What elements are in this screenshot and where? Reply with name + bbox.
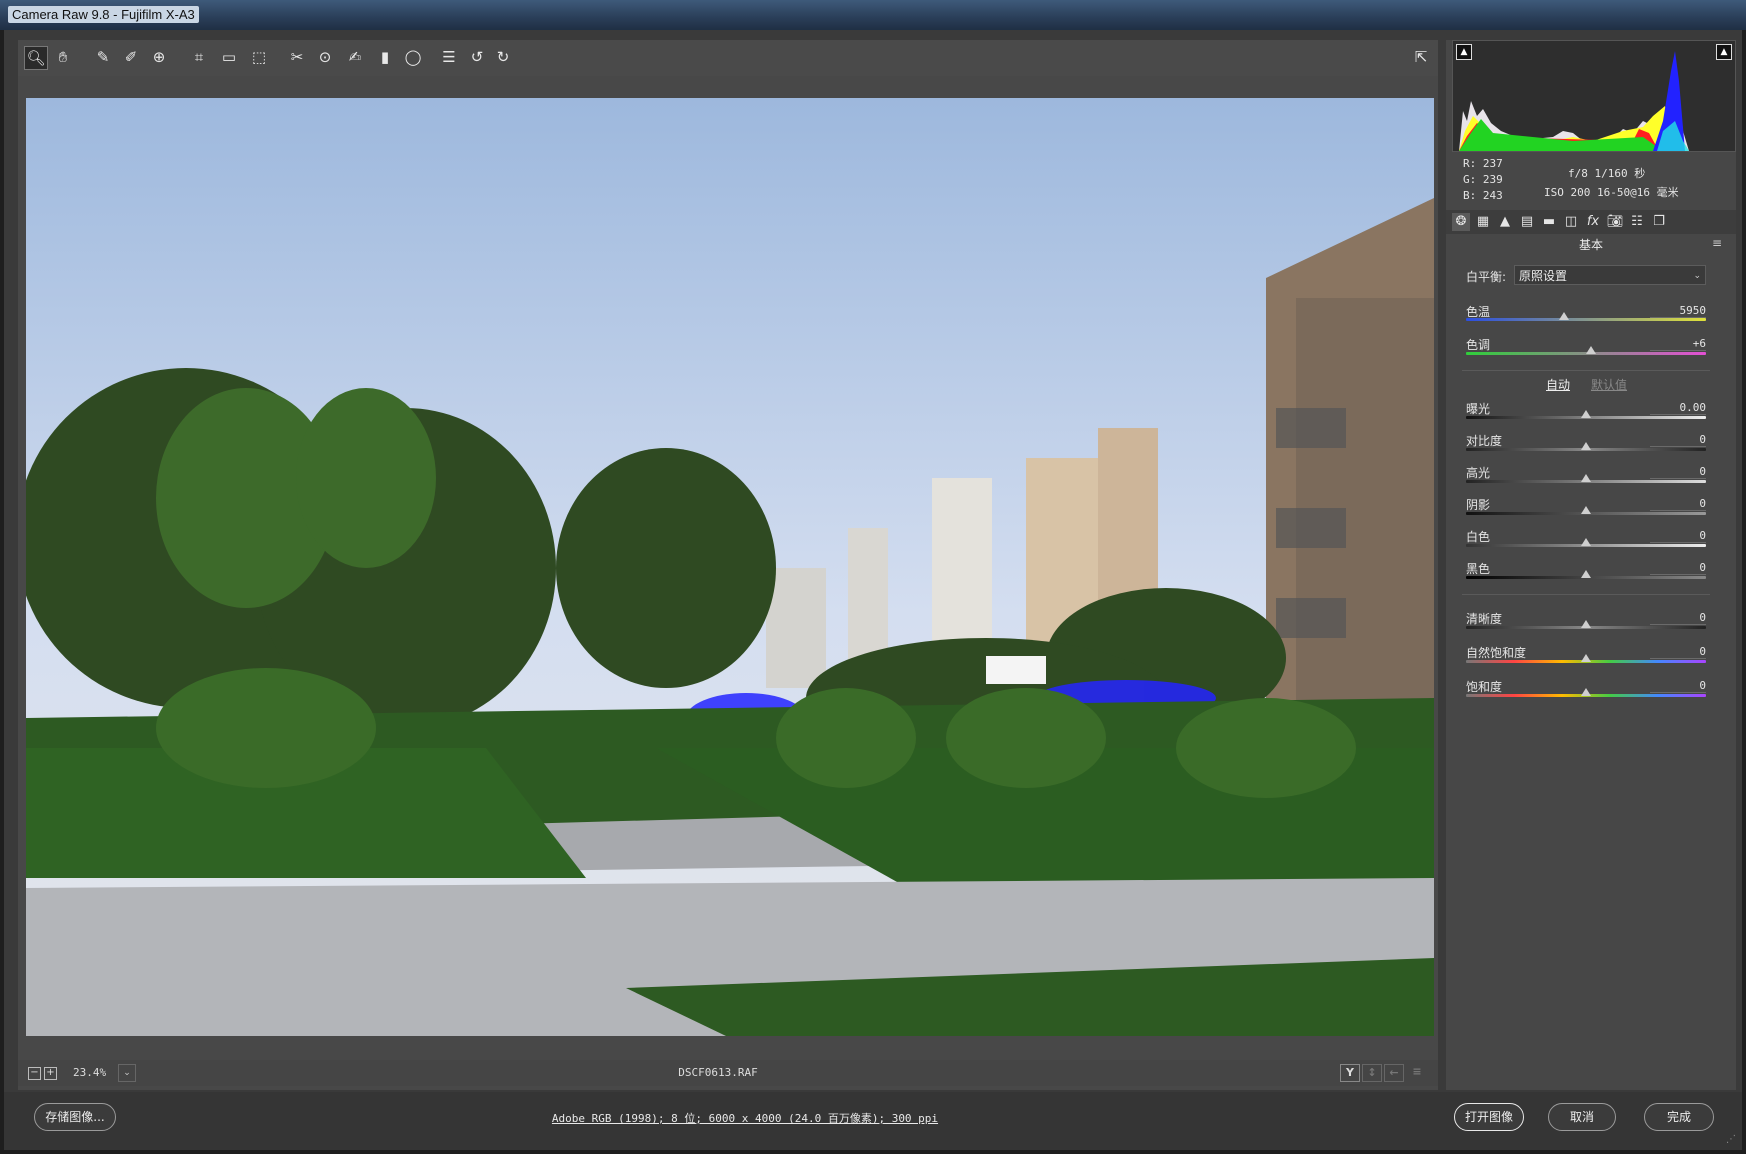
- blacks-label: 黑色: [1466, 562, 1491, 576]
- white-balance-tool-icon[interactable]: ✎: [92, 46, 114, 68]
- adjustment-brush-tool-icon[interactable]: ✍: [344, 46, 366, 68]
- snapshots-tab-icon[interactable]: ❐: [1650, 213, 1668, 231]
- contrast-label: 对比度: [1466, 434, 1503, 448]
- camera-calibration-tab-icon[interactable]: 📷︎: [1606, 213, 1624, 231]
- presets-tab-icon[interactable]: ☷: [1628, 213, 1646, 231]
- rgb-readout-r: R: 237: [1463, 157, 1503, 170]
- divider: [1462, 594, 1710, 595]
- targeted-adjustment-tool-icon[interactable]: ⊕: [148, 46, 170, 68]
- shadows-value-field[interactable]: 0: [1650, 497, 1706, 511]
- done-button[interactable]: 完成: [1644, 1103, 1714, 1131]
- lens-corrections-tab-icon[interactable]: ◫: [1562, 213, 1580, 231]
- contrast-value-field[interactable]: 0: [1650, 433, 1706, 447]
- divider: [1462, 370, 1710, 371]
- rgb-readout-g: G: 239: [1463, 173, 1503, 186]
- white-balance-value: 原照设置: [1519, 269, 1568, 283]
- histogram: ▲ ▲: [1452, 40, 1736, 152]
- whites-slider-thumb[interactable]: [1581, 538, 1591, 546]
- default-link[interactable]: 默认值: [1591, 376, 1627, 393]
- temp-slider-track[interactable]: [1466, 318, 1706, 321]
- tint-label: 色调: [1466, 338, 1491, 352]
- swap-settings-button[interactable]: ↕: [1362, 1064, 1382, 1082]
- toggle-settings-button[interactable]: ≡: [1408, 1064, 1426, 1080]
- vibrance-label: 自然饱和度: [1466, 646, 1527, 660]
- blacks-value-field[interactable]: 0: [1650, 561, 1706, 575]
- temp-slider-thumb[interactable]: [1559, 312, 1570, 320]
- panel-title: 基本: [1578, 238, 1603, 252]
- filename-label: DSCF0613.RAF: [678, 1066, 758, 1079]
- saturation-slider-thumb[interactable]: [1581, 688, 1591, 696]
- workflow-options-link[interactable]: Adobe RGB (1998); 8 位; 6000 x 4000 (24.0…: [0, 1110, 1490, 1126]
- clarity-label: 清晰度: [1466, 612, 1503, 626]
- white-balance-label: 白平衡:: [1466, 270, 1507, 284]
- auto-link[interactable]: 自动: [1546, 376, 1570, 393]
- exposure-slider-thumb[interactable]: [1581, 410, 1591, 418]
- contrast-slider-thumb[interactable]: [1581, 442, 1591, 450]
- split-toning-tab-icon[interactable]: ▬: [1540, 213, 1558, 231]
- exposure-value-field[interactable]: 0.00: [1650, 401, 1706, 415]
- clarity-slider-thumb[interactable]: [1581, 620, 1591, 628]
- clarity-value-field[interactable]: 0: [1650, 611, 1706, 625]
- basic-tab-icon[interactable]: ❂: [1452, 213, 1470, 231]
- before-after-view-button[interactable]: Y: [1340, 1064, 1360, 1082]
- transform-tool-icon[interactable]: ⬚: [248, 46, 270, 68]
- rotate-left-icon[interactable]: ↺: [466, 46, 488, 68]
- histogram-graph: [1459, 51, 1689, 151]
- open-image-button[interactable]: 打开图像: [1454, 1103, 1524, 1131]
- temp-value-field[interactable]: 5950: [1650, 304, 1706, 318]
- title-bar: Camera Raw 9.8 - Fujifilm X-A3: [0, 0, 1746, 30]
- saturation-label: 饱和度: [1466, 680, 1503, 694]
- straighten-tool-icon[interactable]: ▭: [218, 46, 240, 68]
- exposure-label: 曝光: [1466, 402, 1491, 416]
- effects-tab-icon[interactable]: fx: [1584, 213, 1602, 231]
- saturation-value-field[interactable]: 0: [1650, 679, 1706, 693]
- spot-removal-tool-icon[interactable]: ✂: [286, 46, 308, 68]
- panel-menu-icon[interactable]: ≡: [1712, 236, 1722, 250]
- color-sampler-tool-icon[interactable]: ✐: [120, 46, 142, 68]
- rotate-right-icon[interactable]: ↻: [492, 46, 514, 68]
- tint-value-field[interactable]: +6: [1650, 337, 1706, 351]
- shadows-slider-thumb[interactable]: [1581, 506, 1591, 514]
- window-title: Camera Raw 9.8 - Fujifilm X-A3: [8, 6, 199, 23]
- exif-iso-focal: ISO 200 16-50@16 毫米: [1544, 186, 1679, 199]
- vibrance-value-field[interactable]: 0: [1650, 645, 1706, 659]
- exif-aperture-shutter: f/8 1/160 秒: [1568, 167, 1646, 180]
- shadows-label: 阴影: [1466, 498, 1491, 512]
- photo-preview: [26, 98, 1434, 1036]
- cancel-button[interactable]: 取消: [1548, 1103, 1616, 1131]
- graduated-filter-tool-icon[interactable]: ▮: [374, 46, 396, 68]
- panel-tabs: ❂ ▦ ▲ ▤ ▬ ◫ fx 📷︎ ☷ ❐: [1446, 210, 1736, 234]
- zoom-tool-icon[interactable]: 🔍︎: [24, 46, 48, 70]
- chevron-down-icon: ⌄: [1693, 271, 1701, 281]
- radial-filter-tool-icon[interactable]: ◯: [402, 46, 424, 68]
- detail-tab-icon[interactable]: ▲: [1496, 213, 1514, 231]
- resize-grip-icon[interactable]: ⋰: [1726, 1134, 1736, 1145]
- image-preview[interactable]: [26, 98, 1434, 1036]
- status-bar: − + 23.4% ⌄ DSCF0613.RAF Y ↕ ← ≡: [18, 1060, 1438, 1086]
- highlights-slider-thumb[interactable]: [1581, 474, 1591, 482]
- toolbar: 🔍︎ ✋︎ ✎ ✐ ⊕ ⌗ ▭ ⬚ ✂ ⊙ ✍ ▮ ◯ ☰ ↺ ↻ ⇱: [18, 40, 1438, 76]
- fullscreen-toggle-icon[interactable]: ⇱: [1410, 46, 1432, 68]
- highlights-value-field[interactable]: 0: [1650, 465, 1706, 479]
- hsl-tab-icon[interactable]: ▤: [1518, 213, 1536, 231]
- whites-label: 白色: [1466, 530, 1491, 544]
- whites-value-field[interactable]: 0: [1650, 529, 1706, 543]
- preferences-icon[interactable]: ☰: [438, 46, 460, 68]
- highlights-label: 高光: [1466, 466, 1491, 480]
- tint-slider-thumb[interactable]: [1585, 346, 1596, 354]
- white-balance-select[interactable]: 原照设置 ⌄: [1514, 265, 1706, 285]
- red-eye-tool-icon[interactable]: ⊙: [314, 46, 336, 68]
- blacks-slider-thumb[interactable]: [1581, 570, 1591, 578]
- vibrance-slider-thumb[interactable]: [1581, 654, 1591, 662]
- copy-settings-button[interactable]: ←: [1384, 1064, 1404, 1082]
- tone-curve-tab-icon[interactable]: ▦: [1474, 213, 1492, 231]
- rgb-readout-b: B: 243: [1463, 189, 1503, 202]
- hand-tool-icon[interactable]: ✋︎: [52, 46, 74, 68]
- crop-tool-icon[interactable]: ⌗: [188, 46, 210, 68]
